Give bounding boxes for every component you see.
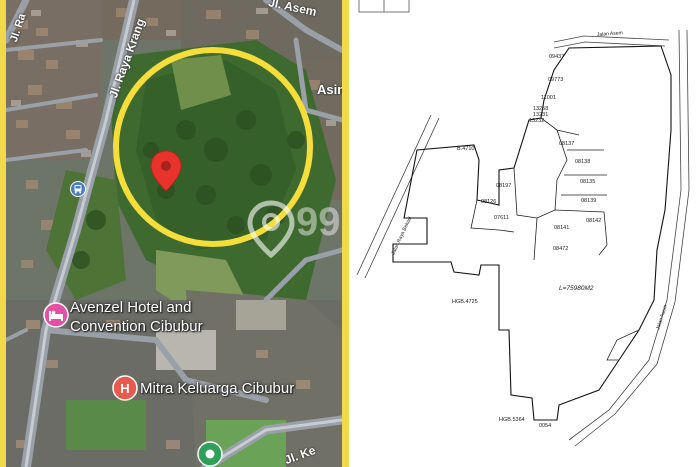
lot-0054: 0054 (539, 423, 551, 429)
lot-11001: 11001 (541, 95, 556, 101)
land-plan-panel: 09437 09773 11001 13258 13231 13232 0813… (349, 0, 700, 467)
street-label-asem-right: Asin (317, 82, 342, 97)
lot-09773: 09773 (548, 77, 563, 83)
location-pin-icon[interactable] (150, 150, 182, 192)
lot-08135: 08135 (580, 179, 595, 185)
svg-text:H: H (120, 381, 129, 396)
lot-08137: 08137 (559, 141, 574, 147)
land-plan-drawing: 09437 09773 11001 13258 13231 13232 0813… (356, 0, 690, 447)
hotel-name-line1: Avenzel Hotel and (70, 299, 192, 316)
road-label-left: Jalan Raya Bekasi (390, 216, 413, 256)
total-area-label: L=75980M2 (559, 285, 594, 292)
composite-image: 99 Avenzel Hotel and Convention Cibubur … (0, 0, 700, 467)
lot-hgb5364: HGB.5364 (499, 417, 525, 423)
hotel-name-line2: Convention Cibubur (70, 318, 203, 335)
lot-07611: 07611 (494, 215, 509, 221)
hospital-icon[interactable]: H (112, 375, 138, 401)
map-panel: 99 Avenzel Hotel and Convention Cibubur … (0, 0, 349, 467)
road-label-top: Jalan Asem (597, 30, 623, 38)
lot-08126: 08126 (481, 199, 496, 205)
satellite-map[interactable]: 99 Avenzel Hotel and Convention Cibubur … (6, 0, 342, 467)
lot-08472: 08472 (553, 246, 568, 252)
bus-icon[interactable] (70, 181, 86, 197)
hospital-name: Mitra Keluarga Cibubur (140, 380, 295, 397)
park-icon[interactable] (197, 441, 223, 467)
watermark-text: 99 (296, 200, 341, 244)
lot-hgb4725: HGB.4725 (452, 299, 478, 305)
lot-08142: 08142 (586, 218, 601, 224)
lot-08138: 08138 (575, 159, 590, 165)
hotel-icon[interactable] (43, 302, 69, 328)
lot-08197: 08197 (496, 183, 511, 189)
lot-b4710: B.4710 (457, 146, 474, 152)
road-label-right: Jalan Asem (655, 304, 669, 330)
lot-08139: 08139 (581, 198, 596, 204)
lot-09437: 09437 (549, 54, 564, 60)
lot-08141: 08141 (554, 225, 569, 231)
lot-13232: 13232 (529, 118, 544, 124)
